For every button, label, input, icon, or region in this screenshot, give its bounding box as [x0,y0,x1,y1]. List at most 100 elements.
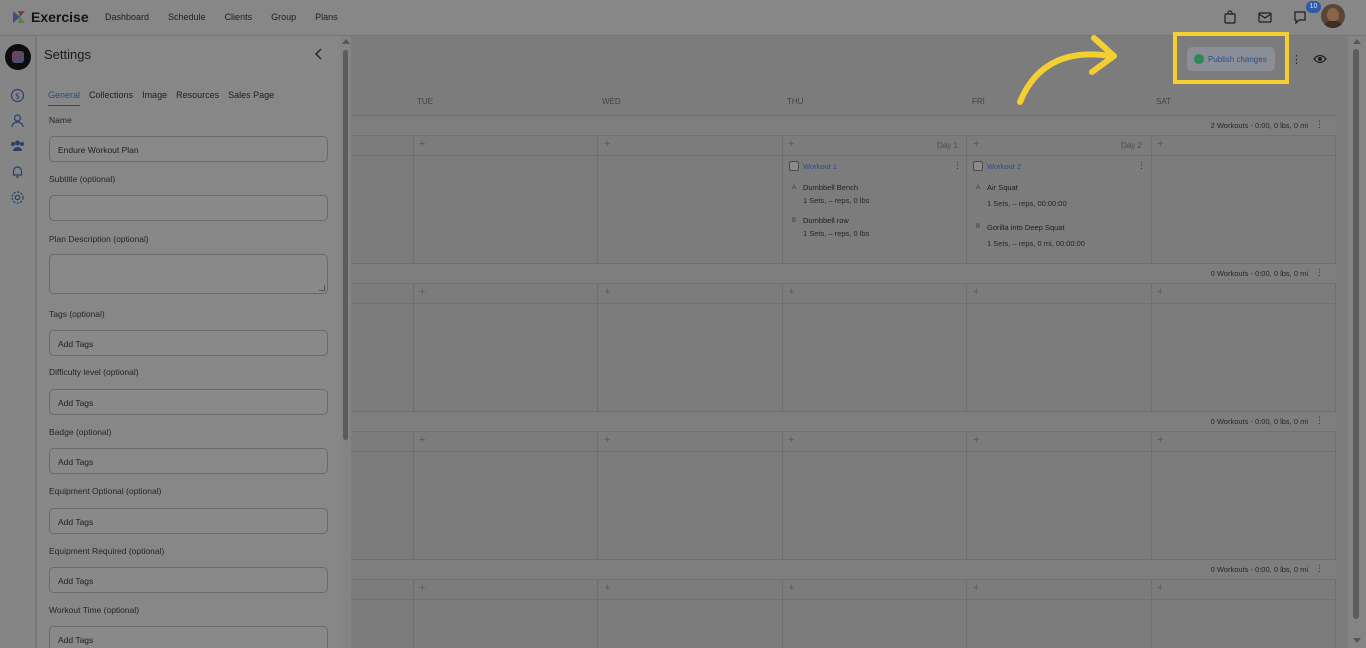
exercise-detail: 1 Sets, – reps, 0 lbs [803,229,870,238]
workout-title[interactable]: Workout 2 [987,162,1021,171]
week-menu-icon[interactable]: ⋮ [1315,563,1324,574]
add-icon[interactable]: + [973,582,979,594]
shopping-bag-icon[interactable] [1223,10,1237,24]
day-header-tue: TUE [417,97,433,106]
exercise-name[interactable]: Air Squat [987,183,1018,192]
notification-badge: 10 [1306,1,1321,13]
week-summary: 0 Workouts - 0:00, 0 lbs, 0 mi [1210,417,1308,426]
week-summary: 0 Workouts - 0:00, 0 lbs, 0 mi [1210,565,1308,574]
day-header-sat: SAT [1156,97,1171,106]
workout-title[interactable]: Workout 1 [803,162,837,171]
dollar-icon[interactable]: $ [10,88,25,103]
subtitle-input[interactable] [49,195,328,221]
add-icon[interactable]: + [604,286,610,298]
week-summary: 2 Workouts - 0:00, 0 lbs, 0 mi [1210,121,1308,130]
day-cell-wed[interactable]: + [598,579,783,648]
add-icon[interactable]: + [973,434,979,446]
nav-schedule[interactable]: Schedule [168,12,206,22]
week-menu-icon[interactable]: ⋮ [1315,119,1324,130]
add-icon[interactable]: + [419,286,425,298]
add-icon[interactable]: + [788,138,794,150]
plan-calendar: Publish changes ⋮ TUE WED THU FRI SAT 2 … [351,32,1348,648]
tags-label: Tags (optional) [49,309,105,319]
nav-clients[interactable]: Clients [225,12,253,22]
settings-panel: Settings General Collections Image Resou… [37,36,340,648]
week-menu-icon[interactable]: ⋮ [1315,267,1324,278]
day-cell-sat[interactable]: + [1152,579,1336,648]
exercise-letter: B [976,224,981,230]
add-icon[interactable]: + [604,434,610,446]
publish-changes-button[interactable]: Publish changes [1187,47,1275,71]
workout-time-label: Workout Time (optional) [49,605,140,615]
brand-name[interactable]: Exercise [31,9,89,25]
week-summary: 0 Workouts - 0:00, 0 lbs, 0 mi [1210,269,1308,278]
add-icon[interactable]: + [604,138,610,150]
equipment-required-input[interactable]: Add Tags [49,567,328,593]
exercise-name[interactable]: Dumbbell row [803,216,849,225]
name-input[interactable]: Endure Workout Plan [49,136,328,162]
nav-group[interactable]: Group [271,12,296,22]
exercise-detail: 1 Sets, – reps, 0 mi, 00:00:00 [987,239,1085,248]
chevron-left-icon[interactable] [314,48,324,60]
equipment-optional-label: Equipment Optional (optional) [49,486,162,496]
add-icon[interactable]: + [1157,286,1163,298]
brand-logo-icon[interactable] [11,9,27,25]
add-icon[interactable]: + [788,286,794,298]
add-icon[interactable]: + [604,582,610,594]
add-icon[interactable]: + [973,138,979,150]
exercise-detail: 1 Sets, – reps, 00:00:00 [987,199,1067,208]
day-cell-fri[interactable]: + [967,579,1152,648]
tab-image[interactable]: Image [142,90,167,106]
add-icon[interactable]: + [788,582,794,594]
exercise-name[interactable]: Gorilla into Deep Squat [987,223,1065,232]
add-icon[interactable]: + [973,286,979,298]
exercise-letter: A [792,185,797,191]
add-icon[interactable]: + [419,434,425,446]
exercise-detail: 1 Sets, – reps, 0 lbs [803,196,870,205]
tab-sales-page[interactable]: Sales Page [228,90,274,106]
day-cell-thu[interactable]: + [783,579,967,648]
calendar-scrollbar[interactable] [1348,36,1366,648]
subtitle-label: Subtitle (optional) [49,174,116,184]
settings-scrollbar[interactable] [340,36,351,648]
mail-icon[interactable] [1258,10,1272,24]
workout-checkbox[interactable] [973,161,983,171]
add-icon[interactable]: + [1157,582,1163,594]
user-icon[interactable] [10,113,25,128]
eye-icon[interactable] [1313,53,1327,65]
publish-label: Publish changes [1208,55,1267,64]
workout-menu-icon[interactable]: ⋮ [1137,160,1146,171]
users-group-icon[interactable] [10,138,25,153]
main-nav: Dashboard Schedule Clients Group Plans [105,12,357,22]
tab-resources[interactable]: Resources [176,90,219,106]
day-header-fri: FRI [972,97,985,106]
app-logo-icon[interactable] [5,44,31,70]
bell-icon[interactable] [10,164,25,179]
workout-checkbox[interactable] [789,161,799,171]
user-avatar[interactable] [1321,4,1345,28]
tab-collections[interactable]: Collections [89,90,133,106]
add-icon[interactable]: + [788,434,794,446]
equipment-optional-input[interactable]: Add Tags [49,508,328,534]
week-menu-icon[interactable]: ⋮ [1315,415,1324,426]
more-options-icon[interactable]: ⋮ [1291,53,1302,66]
add-icon[interactable]: + [419,582,425,594]
workout-menu-icon[interactable]: ⋮ [953,160,962,171]
exercise-letter: A [976,185,981,191]
tab-general[interactable]: General [48,90,81,106]
nav-plans[interactable]: Plans [315,12,338,22]
nav-dashboard[interactable]: Dashboard [105,12,149,22]
badge-input[interactable]: Add Tags [49,448,328,474]
difficulty-input[interactable]: Add Tags [49,389,328,415]
add-icon[interactable]: + [1157,434,1163,446]
tags-input[interactable]: Add Tags [49,330,328,356]
exercise-name[interactable]: Dumbbell Bench [803,183,858,192]
chat-icon[interactable] [1293,10,1307,24]
description-textarea[interactable] [49,254,328,294]
add-icon[interactable]: + [419,138,425,150]
add-icon[interactable]: + [1157,138,1163,150]
equipment-required-label: Equipment Required (optional) [49,546,165,556]
workout-time-input[interactable]: Add Tags [49,626,328,648]
day-cell-tue[interactable]: + [414,579,598,648]
gear-icon[interactable] [10,190,25,205]
